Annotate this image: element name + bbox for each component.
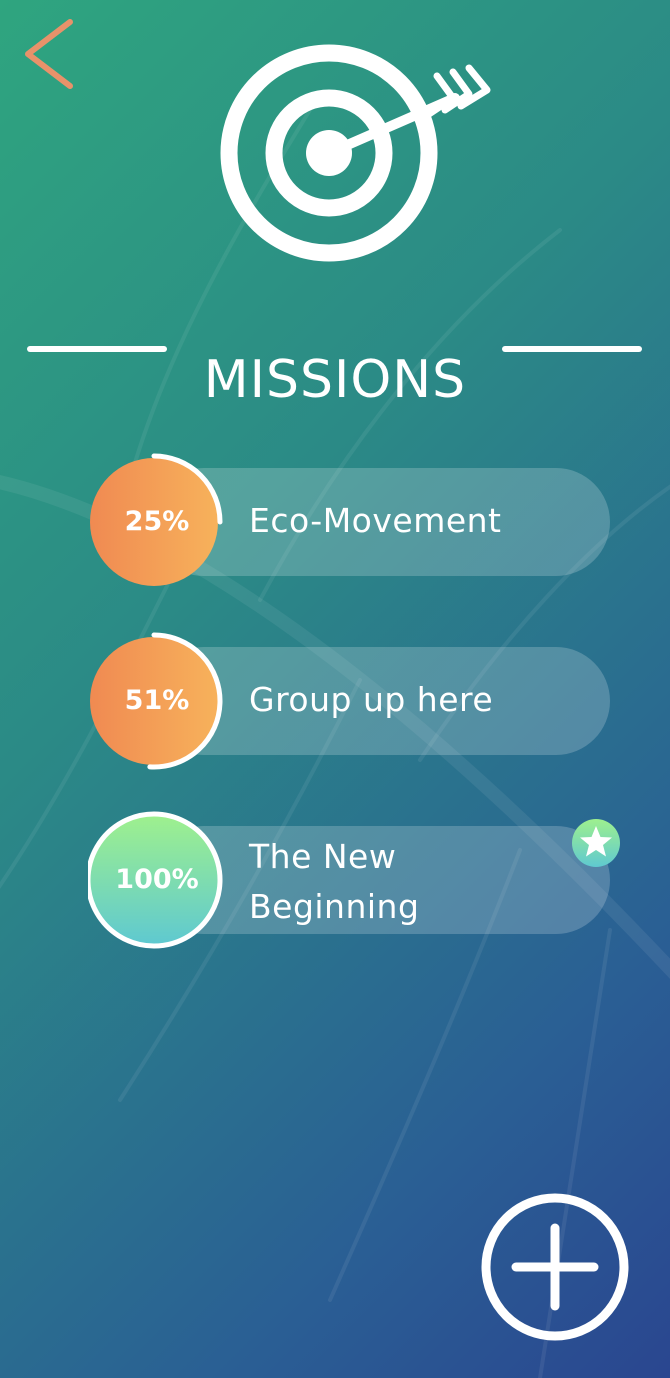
mission-progress-percent: 25% [124, 506, 190, 537]
title-divider-left [27, 346, 167, 352]
mission-item-eco-movement[interactable]: 25% Eco-Movement [0, 452, 670, 592]
mission-name: Eco-Movement [249, 501, 502, 540]
title-divider-right [502, 346, 642, 352]
mission-progress-percent: 100% [115, 864, 199, 895]
chevron-left-icon [25, 19, 73, 89]
mission-name: Group up here [249, 680, 494, 719]
title-row: MISSIONS [0, 310, 670, 410]
mission-name: The New Beginning [249, 837, 420, 926]
mission-item-group-up-here[interactable]: 51% Group up here [0, 631, 670, 771]
mission-progress-percent: 51% [124, 685, 190, 716]
star-icon [572, 819, 620, 867]
page-title: MISSIONS [203, 349, 467, 410]
plus-icon [481, 1193, 629, 1341]
target-arrow-icon [220, 44, 491, 262]
back-button[interactable] [14, 14, 84, 94]
add-mission-button[interactable] [480, 1192, 630, 1342]
